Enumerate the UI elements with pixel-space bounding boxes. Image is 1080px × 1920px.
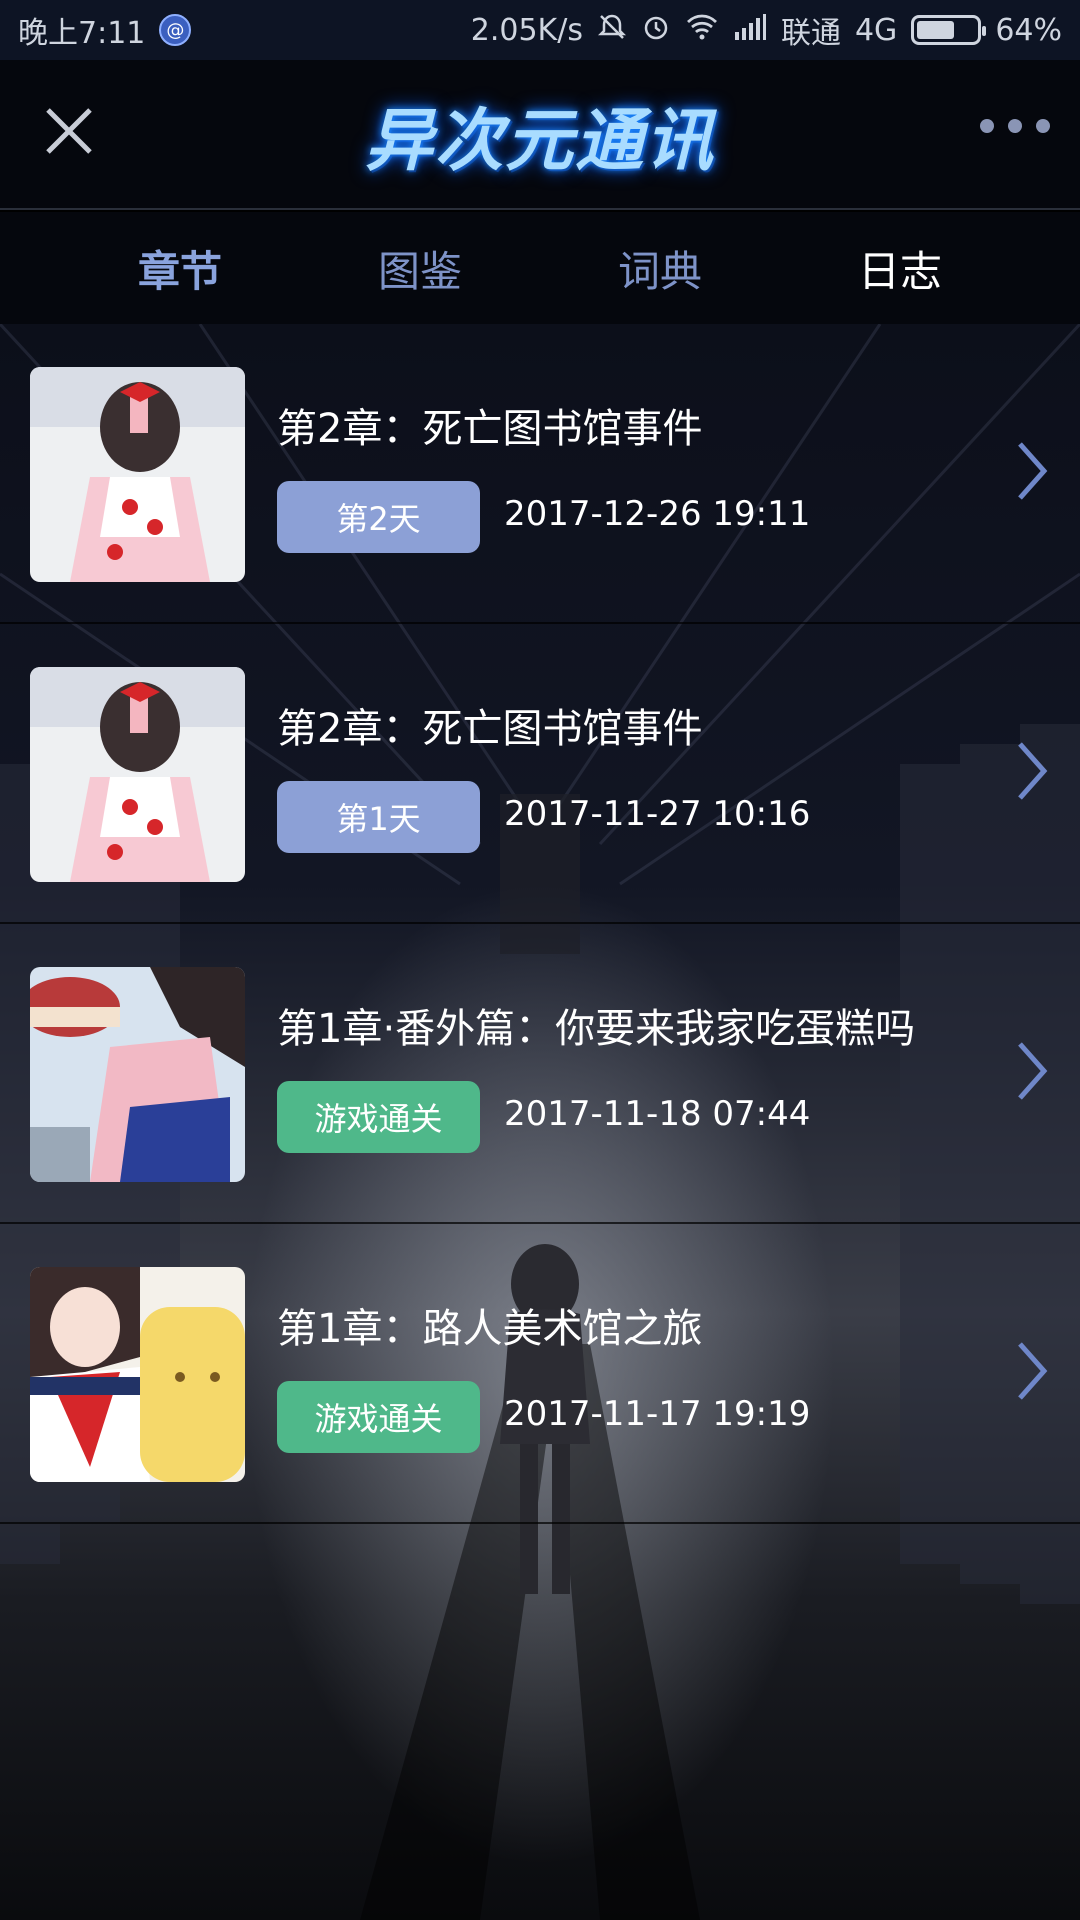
tab-bar: 章节 图鉴 词典 日志 [0,212,1080,324]
battery-icon [911,15,987,45]
chapter-row[interactable]: 第1章：路人美术馆之旅 游戏通关 2017-11-17 19:19 [0,1224,1080,1524]
tab-log[interactable]: 日志 [800,238,1000,299]
chapter-date: 2017-12-26 19:11 [504,494,811,534]
signal-icon [733,12,767,49]
network-type: 4G [854,12,898,48]
more-dot-icon [980,119,994,133]
chapter-thumbnail [30,1267,245,1482]
battery-percent: 64% [995,12,1062,48]
chapter-row[interactable]: 第2章：死亡图书馆事件 第1天 2017-11-27 10:16 [0,624,1080,924]
mute-bell-icon [597,12,627,49]
wifi-icon [685,12,719,49]
at-icon: @ [159,14,192,46]
chapter-badge: 第2天 [277,481,480,553]
close-button[interactable] [36,98,102,164]
tab-chapters[interactable]: 章节 [80,238,280,299]
chapter-row[interactable]: 第1章·番外篇：你要来我家吃蛋糕吗 游戏通关 2017-11-18 07:44 [0,924,1080,1224]
chapter-date: 2017-11-17 19:19 [504,1394,811,1434]
chapter-title: 第1章：路人美术馆之旅 [277,1306,703,1352]
chapter-date: 2017-11-18 07:44 [504,1094,811,1134]
carrier-name: 联通 [780,16,841,51]
chapter-badge: 游戏通关 [277,1381,480,1453]
chapter-title: 第2章：死亡图书馆事件 [277,406,703,452]
chapter-thumbnail [30,367,245,582]
chapter-thumbnail [30,967,245,1182]
chevron-right-icon [1018,742,1048,800]
chevron-right-icon [1018,442,1048,500]
status-time: 晚上7:11 [18,16,146,51]
alarm-icon [641,12,671,49]
chapter-title: 第1章·番外篇：你要来我家吃蛋糕吗 [277,1006,916,1052]
network-speed: 2.05K/s [470,12,583,48]
chapter-badge: 第1天 [277,781,480,853]
app-logo: 异次元通讯 [364,101,715,181]
chevron-right-icon [1018,1042,1048,1100]
chapter-thumbnail [30,667,245,882]
chapter-date: 2017-11-27 10:16 [504,794,811,834]
more-button[interactable] [980,108,1050,144]
tab-dictionary[interactable]: 词典 [560,238,760,299]
tab-gallery[interactable]: 图鉴 [320,238,520,299]
chapter-row[interactable]: 第2章：死亡图书馆事件 第2天 2017-12-26 19:11 [0,324,1080,624]
app-header: 异次元通讯 [0,60,1080,210]
close-icon [46,108,92,154]
more-dot-icon [1036,119,1050,133]
chevron-right-icon [1018,1342,1048,1400]
chapter-list[interactable]: 第2章：死亡图书馆事件 第2天 2017-12-26 19:11 第2章：死亡图… [0,324,1080,1920]
chapter-title: 第2章：死亡图书馆事件 [277,706,703,752]
more-dot-icon [1008,119,1022,133]
chapter-badge: 游戏通关 [277,1081,480,1153]
status-bar: 晚上7:11 @ 2.05K/s 联通 4G 64% [0,0,1080,60]
